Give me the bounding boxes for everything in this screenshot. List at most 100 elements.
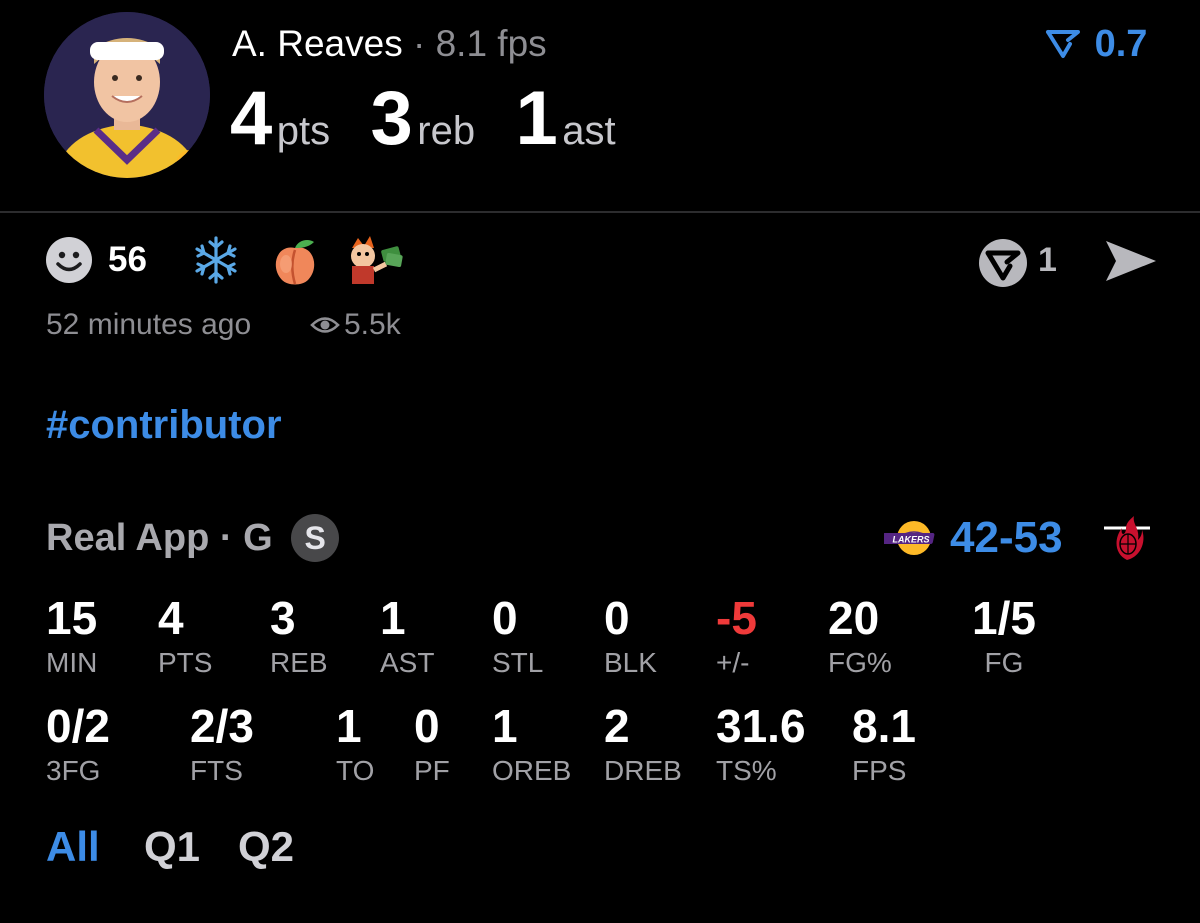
source-separator: · (219, 517, 233, 559)
stat-label: AST (380, 647, 435, 678)
headline-reb-unit: reb (417, 109, 476, 153)
peach-icon (275, 240, 315, 285)
stat-value: 2 (604, 700, 630, 752)
stat-value: 1 (336, 700, 362, 752)
add-reaction-button[interactable] (45, 236, 93, 284)
share-button[interactable] (1104, 238, 1158, 284)
stat-ts-pct: 31.6 TS% (716, 700, 806, 788)
downvote-button[interactable] (976, 236, 1030, 290)
smiley-icon (46, 237, 92, 283)
starter-badge: S (291, 514, 340, 562)
reaction-peach[interactable] (268, 234, 322, 288)
stat-label: REB (270, 647, 328, 678)
stat-blk: 0 BLK (604, 592, 657, 680)
stat-value: 31.6 (716, 700, 806, 752)
stat-value: 1 (492, 700, 518, 752)
heat-logo-icon (1104, 516, 1150, 560)
player-avatar[interactable]: LA (44, 12, 210, 178)
svg-text:LA: LA (183, 160, 196, 171)
header-divider (0, 211, 1200, 213)
stat-label: FG% (828, 647, 892, 678)
svg-text:LAKERS: LAKERS (892, 535, 929, 545)
stat-pf: 0 PF (414, 700, 450, 788)
stat-fps: 8.1 FPS (852, 700, 916, 788)
replies-count: 1 (1038, 241, 1057, 279)
stat-min: 15 MIN (46, 592, 97, 680)
stat-pts: 4 PTS (158, 592, 212, 680)
stat-label: +/- (716, 647, 750, 678)
fry-money-icon (351, 236, 403, 284)
v-circle-icon (979, 239, 1027, 287)
stat-plus-minus: -5 +/- (716, 592, 757, 680)
stat-label: TS% (716, 755, 777, 786)
stat-to: 1 TO (336, 700, 374, 788)
player-photo: LA (44, 12, 210, 178)
headline-ast-unit: ast (562, 109, 616, 153)
snowflake-icon (195, 236, 237, 284)
view-count: 5.5k (344, 308, 401, 341)
vote-score-value: 0.7 (1094, 23, 1148, 65)
stat-value: 15 (46, 592, 98, 644)
stat-oreb: 1 OREB (492, 700, 571, 788)
headline-reb-value: 3 (370, 76, 413, 161)
game-score[interactable]: 42-53 (950, 512, 1063, 564)
stat-fts: 2/3 FTS (190, 700, 254, 788)
stat-fg-pct: 20 FG% (828, 592, 892, 680)
reaction-fry-money[interactable] (344, 234, 404, 286)
headline-stats: 4 pts 3 reb 1 ast (230, 78, 652, 160)
hashtag-link[interactable]: #contributor (46, 400, 282, 450)
stat-label: BLK (604, 647, 657, 678)
vote-v-icon (1046, 30, 1080, 58)
stat-label: FG (984, 647, 1024, 678)
heat-logo[interactable] (1102, 514, 1152, 562)
stat-dreb: 2 DREB (604, 700, 682, 788)
stat-value: -5 (716, 592, 757, 644)
tab-q1[interactable]: Q1 (144, 822, 200, 872)
stat-label: FTS (190, 755, 243, 786)
game-source: Real App · G S (46, 514, 340, 562)
source-name: Real App (46, 517, 210, 559)
stat-3fg: 0/2 3FG (46, 700, 110, 788)
player-line: A. Reaves · 8.1 fps (232, 22, 547, 66)
stat-reb: 3 REB (270, 592, 328, 680)
stat-label: FPS (852, 755, 907, 786)
stat-label: DREB (604, 755, 682, 786)
separator-dot: · (412, 23, 426, 64)
post-time: 52 minutes ago (46, 308, 252, 341)
stat-label: MIN (46, 647, 98, 678)
stat-value: 2/3 (190, 700, 254, 752)
stat-value: 4 (158, 592, 184, 644)
send-icon (1106, 241, 1156, 281)
stat-value: 0 (414, 700, 440, 752)
lakers-logo-icon: LAKERS (880, 521, 935, 555)
eye-icon (310, 312, 340, 338)
vote-score[interactable]: 0.7 (1044, 22, 1147, 66)
stat-value: 0 (604, 592, 630, 644)
tab-q2[interactable]: Q2 (238, 822, 294, 872)
tab-all[interactable]: All (46, 822, 100, 872)
headline-pts-unit: pts (276, 109, 331, 153)
reaction-count: 56 (108, 240, 147, 279)
stat-value: 8.1 (852, 700, 916, 752)
stat-label: 3FG (46, 755, 101, 786)
stat-value: 1 (380, 592, 406, 644)
player-name[interactable]: A. Reaves (232, 23, 403, 64)
stat-value: 1/5 (972, 592, 1036, 644)
stat-stl: 0 STL (492, 592, 543, 680)
reaction-snowflake[interactable] (190, 234, 242, 286)
stat-value: 20 (828, 592, 880, 644)
stat-label: TO (336, 755, 375, 786)
stat-label: PF (414, 755, 450, 786)
stat-label: OREB (492, 755, 572, 786)
headline-pts-value: 4 (230, 76, 273, 161)
stat-value: 0/2 (46, 700, 110, 752)
stat-value: 3 (270, 592, 296, 644)
player-position: G (243, 517, 273, 559)
stat-label: STL (492, 647, 544, 678)
stat-ast: 1 AST (380, 592, 434, 680)
stat-label: PTS (158, 647, 213, 678)
stat-fg: 1/5 FG (972, 592, 1036, 680)
lakers-logo[interactable]: LAKERS (880, 518, 940, 558)
headline-ast-value: 1 (515, 76, 558, 161)
stat-value: 0 (492, 592, 518, 644)
